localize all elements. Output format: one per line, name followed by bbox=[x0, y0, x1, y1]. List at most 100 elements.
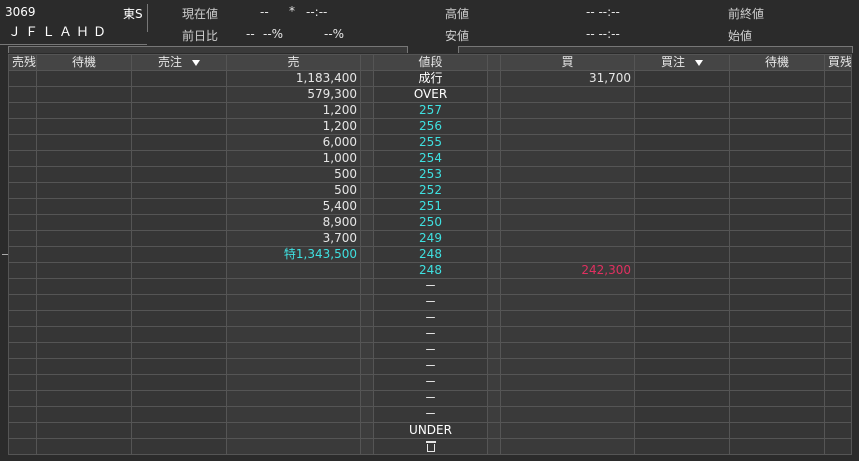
buy-wait-cell[interactable] bbox=[729, 326, 825, 343]
sell-remain-cell[interactable] bbox=[8, 70, 37, 87]
sell-remain-cell[interactable] bbox=[8, 150, 37, 167]
price-cell[interactable]: 251 bbox=[373, 198, 488, 215]
sell-qty-cell[interactable]: 5,400 bbox=[226, 198, 361, 215]
price-cell[interactable]: － bbox=[373, 278, 488, 295]
buy-qty-cell[interactable]: 31,700 bbox=[500, 70, 635, 87]
sell-remain-cell[interactable] bbox=[8, 342, 37, 359]
buy-order-cell[interactable] bbox=[634, 406, 730, 423]
sell-order-cell[interactable] bbox=[131, 310, 227, 327]
buy-remain-cell[interactable] bbox=[824, 70, 852, 87]
sell-remain-cell[interactable] bbox=[8, 262, 37, 279]
sell-wait-cell[interactable] bbox=[36, 390, 132, 407]
col-sell[interactable]: 売 bbox=[226, 54, 361, 71]
col-buy[interactable]: 買 bbox=[500, 54, 635, 71]
sell-qty-cell[interactable] bbox=[226, 406, 361, 423]
sell-remain-cell[interactable] bbox=[8, 166, 37, 183]
sell-wait-cell[interactable] bbox=[36, 422, 132, 439]
buy-qty-cell[interactable] bbox=[500, 182, 635, 199]
buy-wait-cell[interactable] bbox=[729, 166, 825, 183]
price-cell[interactable]: 253 bbox=[373, 166, 488, 183]
sell-qty-cell[interactable]: 500 bbox=[226, 182, 361, 199]
buy-qty-cell[interactable] bbox=[500, 342, 635, 359]
buy-remain-cell[interactable] bbox=[824, 358, 852, 375]
col-sell-wait[interactable]: 待機 bbox=[36, 54, 132, 71]
sell-order-cell[interactable] bbox=[131, 166, 227, 183]
buy-qty-cell[interactable] bbox=[500, 214, 635, 231]
sell-wait-cell[interactable] bbox=[36, 246, 132, 263]
sell-qty-cell[interactable]: 6,000 bbox=[226, 134, 361, 151]
price-cell[interactable]: 254 bbox=[373, 150, 488, 167]
sell-wait-cell[interactable] bbox=[36, 214, 132, 231]
buy-wait-cell[interactable] bbox=[729, 278, 825, 295]
price-cell[interactable]: 256 bbox=[373, 118, 488, 135]
buy-qty-cell[interactable] bbox=[500, 118, 635, 135]
price-cell[interactable]: OVER bbox=[373, 86, 488, 103]
buy-remain-cell[interactable] bbox=[824, 198, 852, 215]
col-sell-remain[interactable]: 売残 bbox=[8, 54, 37, 71]
buy-wait-cell[interactable] bbox=[729, 86, 825, 103]
buy-order-cell[interactable] bbox=[634, 182, 730, 199]
sell-wait-cell[interactable] bbox=[36, 118, 132, 135]
sell-wait-cell[interactable] bbox=[36, 230, 132, 247]
buy-qty-cell[interactable] bbox=[500, 198, 635, 215]
sell-order-cell[interactable] bbox=[131, 406, 227, 423]
sell-wait-cell[interactable] bbox=[36, 326, 132, 343]
sell-remain-cell[interactable] bbox=[8, 278, 37, 295]
trash-icon[interactable] bbox=[425, 441, 436, 452]
buy-qty-cell[interactable] bbox=[500, 358, 635, 375]
buy-qty-cell[interactable] bbox=[500, 406, 635, 423]
price-cell[interactable]: 248 bbox=[373, 262, 488, 279]
buy-remain-cell[interactable] bbox=[824, 262, 852, 279]
sell-order-cell[interactable] bbox=[131, 422, 227, 439]
buy-wait-cell[interactable] bbox=[729, 406, 825, 423]
sell-remain-cell[interactable] bbox=[8, 326, 37, 343]
sell-qty-cell[interactable] bbox=[226, 326, 361, 343]
buy-qty-cell[interactable] bbox=[500, 278, 635, 295]
buy-order-cell[interactable] bbox=[634, 390, 730, 407]
sell-order-cell[interactable] bbox=[131, 230, 227, 247]
buy-qty-cell[interactable]: 242,300 bbox=[500, 262, 635, 279]
buy-wait-cell[interactable] bbox=[729, 342, 825, 359]
price-cell[interactable]: 248 bbox=[373, 246, 488, 263]
sell-qty-cell[interactable] bbox=[226, 358, 361, 375]
sell-qty-cell[interactable] bbox=[226, 294, 361, 311]
buy-order-cell[interactable] bbox=[634, 70, 730, 87]
col-price[interactable]: 値段 bbox=[373, 54, 488, 71]
buy-wait-cell[interactable] bbox=[729, 150, 825, 167]
buy-wait-cell[interactable] bbox=[729, 294, 825, 311]
sell-order-cell[interactable] bbox=[131, 214, 227, 231]
buy-qty-cell[interactable] bbox=[500, 294, 635, 311]
buy-remain-cell[interactable] bbox=[824, 278, 852, 295]
sell-remain-cell[interactable] bbox=[8, 214, 37, 231]
buy-qty-cell[interactable] bbox=[500, 230, 635, 247]
sell-order-cell[interactable] bbox=[131, 342, 227, 359]
buy-qty-cell[interactable] bbox=[500, 390, 635, 407]
sell-remain-cell[interactable] bbox=[8, 86, 37, 103]
buy-order-cell[interactable] bbox=[634, 214, 730, 231]
buy-wait-cell[interactable] bbox=[729, 70, 825, 87]
sell-wait-cell[interactable] bbox=[36, 342, 132, 359]
sell-order-cell[interactable] bbox=[131, 150, 227, 167]
sell-order-cell[interactable] bbox=[131, 118, 227, 135]
col-buy-wait[interactable]: 待機 bbox=[729, 54, 825, 71]
sell-wait-cell[interactable] bbox=[36, 262, 132, 279]
sell-remain-cell[interactable] bbox=[8, 230, 37, 247]
buy-wait-cell[interactable] bbox=[729, 182, 825, 199]
buy-wait-cell[interactable] bbox=[729, 246, 825, 263]
sell-remain-cell[interactable] bbox=[8, 182, 37, 199]
buy-remain-cell[interactable] bbox=[824, 422, 852, 439]
sell-remain-cell[interactable] bbox=[8, 358, 37, 375]
sell-wait-cell[interactable] bbox=[36, 102, 132, 119]
price-cell[interactable]: 成行 bbox=[373, 70, 488, 87]
sell-qty-cell[interactable] bbox=[226, 342, 361, 359]
sell-wait-cell[interactable] bbox=[36, 70, 132, 87]
sell-qty-cell[interactable]: 特1,343,500 bbox=[226, 246, 361, 263]
buy-qty-cell[interactable] bbox=[500, 326, 635, 343]
buy-qty-cell[interactable] bbox=[500, 166, 635, 183]
buy-remain-cell[interactable] bbox=[824, 374, 852, 391]
price-cell[interactable]: － bbox=[373, 326, 488, 343]
buy-remain-cell[interactable] bbox=[824, 294, 852, 311]
buy-qty-cell[interactable] bbox=[500, 150, 635, 167]
buy-remain-cell[interactable] bbox=[824, 326, 852, 343]
buy-wait-cell[interactable] bbox=[729, 214, 825, 231]
